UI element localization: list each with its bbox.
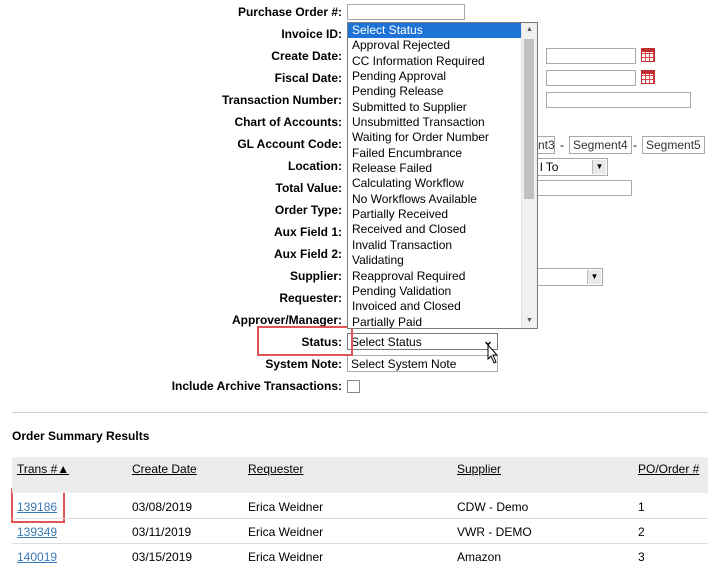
supplier-cell: VWR - DEMO — [457, 525, 532, 539]
status-dropdown-list[interactable]: Select Status Approval Rejected CC Informa… — [347, 22, 538, 329]
chevron-down-icon: ▼ — [587, 270, 601, 284]
create-date-cell: 03/15/2019 — [132, 550, 193, 564]
column-header-requester[interactable]: Requester — [248, 462, 303, 476]
status-option[interactable]: Received and Closed — [348, 222, 537, 237]
label-total-value: Total Value: — [275, 181, 342, 195]
results-table-header — [12, 457, 708, 493]
chevron-down-icon: ▼ — [592, 160, 606, 174]
status-option[interactable]: CC Information Required — [348, 54, 537, 69]
status-option[interactable]: Reapproval Required — [348, 269, 537, 284]
supplier-select[interactable]: ▼ — [537, 268, 603, 286]
requester-cell: Erica Weidner — [248, 525, 324, 539]
results-title: Order Summary Results — [12, 429, 150, 443]
status-option[interactable]: Approval Rejected — [348, 38, 537, 53]
status-option[interactable]: Unsubmitted Transaction — [348, 115, 537, 130]
requester-cell: Erica Weidner — [248, 550, 324, 564]
label-system-note: System Note: — [265, 357, 342, 371]
fiscal-date-input[interactable] — [546, 70, 636, 86]
scroll-up-icon[interactable]: ▲ — [522, 23, 537, 37]
label-gl-account-code: GL Account Code: — [237, 137, 342, 151]
table-row — [12, 519, 708, 544]
location-select[interactable]: l To ▼ — [537, 158, 608, 176]
status-option[interactable]: Partially Received — [348, 207, 537, 222]
status-option[interactable]: Release Failed — [348, 161, 537, 176]
supplier-cell: Amazon — [457, 550, 502, 564]
trans-number-link[interactable]: 139349 — [17, 525, 57, 539]
status-option[interactable]: Pending Validation — [348, 284, 537, 299]
trans-number-link[interactable]: 140019 — [17, 550, 57, 564]
status-select-value: Select Status — [351, 335, 422, 349]
column-header-trans[interactable]: Trans #▲ — [17, 462, 69, 476]
column-header-po-order[interactable]: PO/Order # — [638, 462, 699, 476]
cursor-icon — [487, 344, 499, 364]
scrollbar-thumb[interactable] — [524, 39, 534, 199]
table-row — [12, 494, 708, 519]
label-supplier: Supplier: — [289, 269, 342, 283]
label-chart-of-accounts: Chart of Accounts: — [234, 115, 342, 129]
label-aux-field-1: Aux Field 1: — [273, 225, 342, 239]
status-option[interactable]: Select Status — [348, 23, 537, 39]
gl-segment-5-field[interactable]: Segment5 — [642, 136, 705, 154]
create-date-cell: 03/08/2019 — [132, 500, 193, 514]
status-option[interactable]: Waiting for Order Number — [348, 130, 537, 145]
calendar-icon[interactable] — [641, 70, 655, 84]
status-label-highlight — [257, 326, 353, 356]
calendar-icon[interactable] — [641, 48, 655, 62]
po-order-cell: 3 — [638, 550, 645, 564]
label-purchase-order: Purchase Order #: — [237, 5, 342, 19]
system-note-select[interactable]: Select System Note — [347, 355, 498, 372]
status-option[interactable]: Submitted to Supplier — [348, 100, 537, 115]
status-option[interactable]: Partially Paid — [348, 315, 537, 328]
label-location: Location: — [288, 159, 342, 173]
status-option[interactable]: Calculating Workflow — [348, 176, 537, 191]
status-option[interactable]: Invoiced and Closed — [348, 299, 537, 314]
po-order-cell: 1 — [638, 500, 645, 514]
location-select-value: l To — [540, 160, 559, 174]
status-option[interactable]: Pending Release — [348, 84, 537, 99]
label-order-type: Order Type: — [274, 203, 342, 217]
scroll-down-icon[interactable]: ▼ — [522, 314, 537, 328]
create-date-cell: 03/11/2019 — [132, 525, 192, 539]
section-divider — [12, 412, 708, 413]
label-include-archive: Include Archive Transactions: — [171, 379, 342, 393]
status-option[interactable]: Validating — [348, 253, 537, 268]
trans-number-link[interactable]: 139186 — [17, 500, 57, 514]
system-note-select-value: Select System Note — [351, 357, 457, 371]
supplier-cell: CDW - Demo — [457, 500, 529, 514]
label-fiscal-date: Fiscal Date: — [274, 71, 342, 85]
requester-cell: Erica Weidner — [248, 500, 324, 514]
total-value-input[interactable] — [537, 180, 632, 196]
label-requester: Requester: — [279, 291, 342, 305]
gl-segment-3-field[interactable]: nt3 — [537, 136, 555, 154]
include-archive-checkbox[interactable] — [347, 380, 360, 393]
gl-segment-4-field[interactable]: Segment4 — [569, 136, 632, 154]
status-option[interactable]: Invalid Transaction — [348, 238, 537, 253]
purchase-order-input[interactable] — [347, 4, 465, 20]
status-option[interactable]: Failed Encumbrance — [348, 146, 537, 161]
column-header-supplier[interactable]: Supplier — [457, 462, 501, 476]
status-option[interactable]: Pending Approval — [348, 69, 537, 84]
transaction-number-input[interactable] — [546, 92, 691, 108]
status-option[interactable]: No Workflows Available — [348, 192, 537, 207]
label-invoice-id: Invoice ID: — [281, 27, 342, 41]
label-transaction-number: Transaction Number: — [221, 93, 342, 107]
table-row — [12, 544, 708, 569]
create-date-input[interactable] — [546, 48, 636, 64]
label-create-date: Create Date: — [271, 49, 342, 63]
column-header-create-date[interactable]: Create Date — [132, 462, 197, 476]
dropdown-scrollbar[interactable]: ▲ ▼ — [521, 23, 537, 328]
label-approver-manager: Approver/Manager: — [231, 313, 342, 327]
label-aux-field-2: Aux Field 2: — [273, 247, 342, 261]
status-select[interactable]: Select Status ⌄ — [347, 333, 498, 350]
po-order-cell: 2 — [638, 525, 645, 539]
